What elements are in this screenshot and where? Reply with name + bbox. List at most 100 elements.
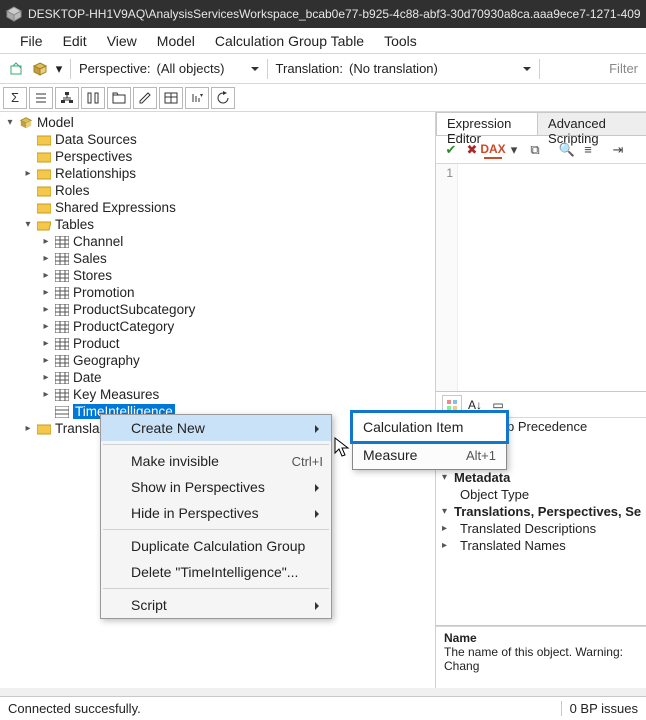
cube-icon[interactable] — [29, 58, 51, 80]
tb-sort-icon[interactable] — [185, 87, 209, 109]
tree-folder[interactable]: Data Sources — [0, 131, 435, 148]
calc-group-icon — [54, 405, 70, 419]
menu-item[interactable]: Make invisibleCtrl+I — [101, 448, 331, 474]
code-area[interactable] — [458, 164, 646, 391]
tree-root[interactable]: ▾Model — [0, 114, 435, 131]
right-pane: Expression Editor Advanced Scripting ✔ ✖… — [436, 112, 646, 688]
menu-calc-group-table[interactable]: Calculation Group Table — [205, 30, 374, 52]
status-bar: Connected succesfully. 0 BP issues — [0, 696, 646, 720]
tree-table[interactable]: ▸ProductSubcategory — [0, 301, 435, 318]
tb-hierarchy-icon[interactable] — [55, 87, 79, 109]
translation-combo[interactable]: (No translation) — [345, 58, 535, 80]
cancel-icon[interactable]: ✖ — [463, 141, 481, 159]
separator — [267, 59, 268, 79]
folder-icon — [36, 133, 52, 147]
menu-view[interactable]: View — [97, 30, 147, 52]
menu-item[interactable]: Delete "TimeIntelligence"... — [101, 559, 331, 585]
tree-table[interactable]: ▸Stores — [0, 267, 435, 284]
table-icon — [54, 286, 70, 300]
find-icon[interactable]: 🔍 — [558, 141, 576, 159]
table-icon — [54, 388, 70, 402]
tb-folder-icon[interactable] — [107, 87, 131, 109]
tab-advanced-scripting[interactable]: Advanced Scripting — [537, 112, 646, 135]
perspective-label: Perspective: — [79, 61, 151, 76]
tree-table[interactable]: ▸Date — [0, 369, 435, 386]
tb-sigma-icon[interactable]: Σ — [3, 87, 27, 109]
tb-table-icon[interactable] — [159, 87, 183, 109]
property-row[interactable]: Object Type — [436, 486, 646, 503]
separator — [539, 59, 540, 79]
property-desc-text: The name of this object. Warning: Chang — [444, 645, 638, 673]
folder-icon — [36, 422, 52, 436]
context-menu[interactable]: Create New Make invisibleCtrl+IShow in Pe… — [100, 414, 332, 619]
expression-editor[interactable]: 1 — [436, 164, 646, 392]
menu-divider — [103, 529, 329, 530]
title-bar: DESKTOP-HH1V9AQ\AnalysisServicesWorkspac… — [0, 0, 646, 28]
cube-icon — [18, 116, 34, 130]
dropdown-icon[interactable]: ▾ — [505, 141, 523, 159]
folder-icon — [36, 150, 52, 164]
menu-item[interactable]: Script — [101, 592, 331, 618]
property-row[interactable]: ▸Translated Names — [436, 537, 646, 554]
toolbar-icon-1[interactable] — [5, 58, 27, 80]
filter-input[interactable]: Filter — [609, 61, 642, 76]
table-icon — [54, 235, 70, 249]
tree-folder[interactable]: ▸Relationships — [0, 165, 435, 182]
menu-item[interactable]: Show in Perspectives — [101, 474, 331, 500]
menu-item[interactable]: Hide in Perspectives — [101, 500, 331, 526]
table-icon — [54, 371, 70, 385]
main-toolbar: ▾ Perspective: (All objects) Translation… — [0, 54, 646, 84]
separator — [70, 59, 71, 79]
table-icon — [54, 320, 70, 334]
dropdown-icon[interactable]: ▾ — [53, 58, 65, 80]
menu-tools[interactable]: Tools — [374, 30, 427, 52]
property-desc-name: Name — [444, 631, 638, 645]
tree-table[interactable]: ▸Sales — [0, 250, 435, 267]
table-icon — [54, 252, 70, 266]
tree-folder[interactable]: Roles — [0, 182, 435, 199]
tree-table[interactable]: ▸Promotion — [0, 284, 435, 301]
tb-list-icon[interactable] — [29, 87, 53, 109]
tb-pencil-icon[interactable] — [133, 87, 157, 109]
menu-file[interactable]: File — [10, 30, 53, 52]
tab-expression-editor[interactable]: Expression Editor — [436, 112, 538, 135]
property-row[interactable]: ▾Metadata — [436, 469, 646, 486]
menu-divider — [103, 444, 329, 445]
dax-label[interactable]: DAX — [484, 141, 502, 159]
tree-folder[interactable]: Perspectives — [0, 148, 435, 165]
tb-refresh-icon[interactable] — [211, 87, 235, 109]
tb-column-icon[interactable] — [81, 87, 105, 109]
translation-label: Translation: — [276, 61, 343, 76]
folder-icon — [36, 167, 52, 181]
submenu-item[interactable]: Calculation Item — [350, 410, 509, 444]
menu-item[interactable]: Duplicate Calculation Group — [101, 533, 331, 559]
menu-edit[interactable]: Edit — [53, 30, 97, 52]
menu-model[interactable]: Model — [147, 30, 205, 52]
tree-folder[interactable]: Shared Expressions — [0, 199, 435, 216]
property-row[interactable]: ▾Translations, Perspectives, Se — [436, 503, 646, 520]
folder-open-icon — [36, 218, 52, 232]
tree-table[interactable]: ▸Product — [0, 335, 435, 352]
tree-table[interactable]: ▸ProductCategory — [0, 318, 435, 335]
accept-icon[interactable]: ✔ — [442, 141, 460, 159]
indent-icon[interactable]: ⇥ — [609, 141, 627, 159]
perspective-combo[interactable]: (All objects) — [153, 58, 263, 80]
folder-icon — [36, 184, 52, 198]
window-title: DESKTOP-HH1V9AQ\AnalysisServicesWorkspac… — [28, 7, 641, 21]
model-tree[interactable]: ▾Model Data Sources Perspectives ▸Relati… — [0, 112, 435, 439]
line-gutter: 1 — [436, 164, 458, 391]
tree-table[interactable]: ▸Key Measures — [0, 386, 435, 403]
tree-tables[interactable]: ▾Tables — [0, 216, 435, 233]
menu-item[interactable]: Create New — [101, 415, 331, 441]
property-row[interactable]: ▸Translated Descriptions — [436, 520, 646, 537]
property-description: Name The name of this object. Warning: C… — [436, 626, 646, 688]
table-icon — [54, 269, 70, 283]
submenu-item[interactable]: MeasureAlt+1 — [353, 441, 506, 469]
folder-icon — [36, 201, 52, 215]
comment-icon[interactable]: ≡ — [579, 141, 597, 159]
status-right: 0 BP issues — [561, 701, 646, 716]
tree-table[interactable]: ▸Geography — [0, 352, 435, 369]
context-submenu[interactable]: Calculation ItemMeasureAlt+1 — [352, 412, 507, 470]
copy-icon[interactable]: ⧉ — [526, 141, 544, 159]
tree-table[interactable]: ▸Channel — [0, 233, 435, 250]
